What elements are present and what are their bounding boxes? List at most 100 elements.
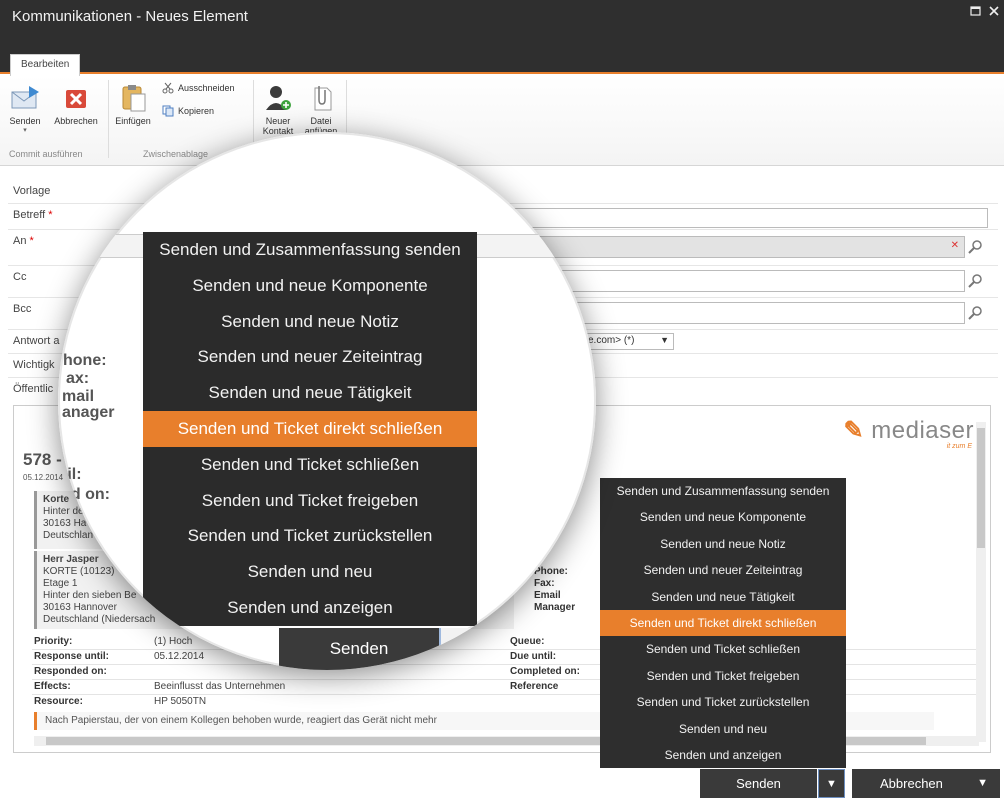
magnified-label: til: (62, 466, 82, 483)
priority-value: (1) Hoch (154, 636, 193, 647)
subject-input[interactable] (478, 208, 988, 228)
send-option-item[interactable]: Senden und Ticket freigeben (600, 663, 846, 689)
priority-label: Priority: (34, 636, 73, 647)
cancel-label: Abbrechen (54, 116, 98, 126)
send-option-item[interactable]: Senden und neu (600, 716, 846, 742)
magnified-label: hone: (63, 352, 107, 369)
send-option-item[interactable]: Senden und Ticket direkt schließen (600, 609, 846, 637)
tab-bearbeiten[interactable]: Bearbeiten (10, 54, 81, 76)
cancel-button-label: Abbrechen (880, 776, 943, 791)
ticket-date: 05.12.2014 (23, 473, 64, 482)
send-button[interactable]: Senden (700, 769, 817, 798)
bcc-label: Bcc (13, 303, 32, 315)
send-option-item[interactable]: Senden und Zusammenfassung senden (600, 478, 846, 504)
importance-label: Wichtigk (13, 359, 55, 371)
chevron-down-icon: ▼ (977, 777, 988, 789)
magnified-send-option-item[interactable]: Senden und neuer Zeiteintrag (143, 339, 477, 375)
magnified-send-option-item[interactable]: Senden und Ticket zurückstellen (143, 518, 477, 554)
ticket-title: 578 - (23, 450, 62, 469)
to-label: An * (13, 235, 34, 247)
magnified-send-option-item[interactable]: Senden und neu (143, 554, 477, 590)
phone-label: Phone: (534, 566, 568, 577)
paperclip-icon (314, 86, 332, 111)
magnified-send-option-item[interactable]: Senden und neue Komponente (143, 268, 477, 304)
restore-icon[interactable] (969, 5, 983, 19)
copy-icon (162, 105, 174, 117)
clear-icon[interactable]: ✕ (951, 240, 959, 251)
magnified-send-option-item[interactable]: Senden und Ticket direkt schließen (143, 410, 477, 447)
response-until-value: 05.12.2014 (154, 651, 205, 662)
scissors-icon (162, 82, 174, 94)
send-option-item[interactable]: Senden und Ticket zurückstellen (600, 689, 846, 715)
completed-on-label: Completed on: (510, 666, 580, 677)
magnified-label: ed on: (62, 486, 110, 503)
company-logo: ✎ mediaser (843, 417, 974, 444)
send-options-menu: Senden und Zusammenfassung senden Senden … (600, 478, 846, 769)
new-contact-button[interactable]: Neuer Kontakt (258, 82, 298, 136)
paste-ribbon-button[interactable]: Einfügen (112, 82, 154, 126)
public-label: Öffentlic (13, 383, 54, 395)
send-option-item[interactable]: Senden und neue Komponente (600, 504, 846, 530)
resource-label: Resource: (34, 696, 83, 707)
responded-on-label: Responded on: (34, 666, 107, 677)
group-label-commit: Commit ausführen (9, 149, 83, 159)
magnified-send-option-item[interactable]: Senden und neue Tätigkeit (143, 375, 477, 411)
company-logo-tagline: it zum E (946, 443, 972, 450)
manager-label: Manager (534, 602, 576, 613)
effects-value: Beeinflusst das Unternehmen (154, 681, 286, 692)
magnified-send-option-item[interactable]: Senden und Ticket freigeben (143, 483, 477, 519)
magnified-send-option-item[interactable]: Senden und Zusammenfassung senden (143, 232, 477, 268)
new-contact-icon (266, 86, 291, 110)
fax-label: Fax: (534, 578, 555, 589)
paste-icon (122, 85, 146, 112)
cancel-ribbon-button[interactable]: Abbrechen (49, 82, 103, 126)
reply-select[interactable]: ce.com> (*) ▼ (578, 333, 674, 350)
reply-label: Antwort a (13, 335, 60, 347)
vertical-scrollbar[interactable] (976, 422, 986, 742)
send-ribbon-button[interactable]: Senden ▾ (7, 82, 43, 134)
new-contact-label-1: Neuer (265, 116, 291, 126)
ribbon-tab-bar: Bearbeiten (0, 48, 1004, 76)
magnifier-lens: hone: ax: mail anager til: ed on: Senden… (58, 132, 596, 670)
subject-label: Betreff * (13, 209, 53, 221)
magnified-send-option-item[interactable]: Senden und neue Notiz (143, 304, 477, 340)
send-option-item[interactable]: Senden und neue Tätigkeit (600, 584, 846, 610)
send-label: Senden (9, 116, 41, 126)
effects-label: Effects: (34, 681, 71, 692)
magnified-send-options-menu: Senden und Zusammenfassung senden Senden … (143, 232, 477, 626)
send-option-item[interactable]: Senden und Ticket schließen (600, 636, 846, 662)
chevron-down-icon: ▾ (23, 127, 27, 134)
response-until-label: Response until: (34, 651, 110, 662)
search-icon[interactable] (967, 305, 983, 321)
magnified-send-option-item[interactable]: Senden und Ticket schließen (143, 447, 477, 483)
cancel-icon (66, 90, 86, 108)
cancel-button[interactable]: Abbrechen ▼ (852, 769, 1000, 798)
send-options-toggle[interactable]: ▼ (818, 769, 845, 798)
magnified-send-toggle (439, 628, 499, 670)
scrollbar-thumb[interactable] (977, 428, 985, 548)
reference-label: Reference (510, 681, 559, 692)
send-mail-icon (11, 86, 39, 109)
chevron-down-icon: ▼ (826, 778, 837, 790)
due-until-label: Due until: (510, 651, 557, 662)
cut-label: Ausschneiden (178, 83, 235, 93)
ribbon-separator (108, 80, 109, 158)
cc-label: Cc (13, 271, 27, 283)
window-title: Kommunikationen - Neues Element (12, 8, 248, 25)
attach-file-button[interactable]: Datei anfügen (300, 82, 342, 136)
search-icon[interactable] (967, 273, 983, 289)
close-icon[interactable] (987, 5, 1001, 19)
send-option-item[interactable]: Senden und neue Notiz (600, 531, 846, 557)
send-option-item[interactable]: Senden und neuer Zeiteintrag (600, 557, 846, 583)
search-icon[interactable] (967, 239, 983, 255)
template-label: Vorlage (13, 185, 51, 197)
paste-label: Einfügen (115, 116, 151, 126)
group-label-clipboard: Zwischenablage (143, 149, 209, 159)
magnified-send-option-item[interactable]: Senden und anzeigen (143, 590, 477, 626)
cut-button[interactable]: Ausschneiden (162, 82, 235, 94)
ribbon: Senden ▾ Abbrechen Einfügen Ausschneiden… (0, 76, 1004, 166)
send-option-item[interactable]: Senden und anzeigen (600, 742, 846, 768)
copy-button[interactable]: Kopieren (162, 105, 214, 117)
copy-label: Kopieren (178, 106, 215, 116)
magnified-send-button[interactable]: Senden (279, 628, 439, 670)
